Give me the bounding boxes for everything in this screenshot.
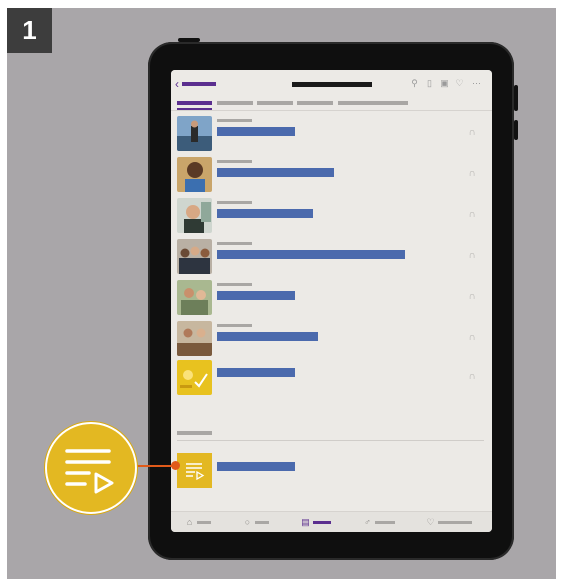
headphones-icon[interactable]: ∩ xyxy=(467,210,477,220)
episode-title-placeholder xyxy=(217,127,295,136)
episode-title-placeholder xyxy=(217,368,295,377)
episode-title-placeholder xyxy=(217,291,295,300)
tab-bar xyxy=(171,98,492,111)
page-title-placeholder xyxy=(292,82,372,87)
episode-title-placeholder xyxy=(217,168,334,177)
episode-subtitle-placeholder xyxy=(217,283,252,286)
comment-icon: ○ xyxy=(244,517,251,527)
library-icon: ▤ xyxy=(301,517,310,527)
playlist-title-placeholder[interactable] xyxy=(217,462,295,471)
tablet-volume-up-button xyxy=(514,85,518,111)
list-item[interactable]: ∩ xyxy=(171,198,492,239)
tab-2[interactable] xyxy=(217,101,253,105)
nav-people[interactable]: ♂ xyxy=(363,517,395,528)
nav-comment[interactable]: ○ xyxy=(243,517,271,528)
more-icon[interactable]: ⋯ xyxy=(472,79,481,88)
episode-subtitle-placeholder xyxy=(217,160,252,163)
headphones-icon[interactable]: ∩ xyxy=(467,128,477,138)
callout-dot xyxy=(171,461,180,470)
active-tab-indicator xyxy=(177,108,212,110)
episode-thumbnail xyxy=(177,360,212,395)
list-item[interactable]: ∩ xyxy=(171,239,492,280)
lightbulb-icon[interactable]: ♡ xyxy=(455,79,464,88)
episode-title-placeholder xyxy=(217,250,405,259)
back-label-placeholder[interactable] xyxy=(182,82,216,86)
nav-label-placeholder xyxy=(375,521,395,524)
episode-thumbnail xyxy=(177,280,212,315)
step-number-badge: 1 xyxy=(7,8,52,53)
tab-5[interactable] xyxy=(338,101,408,105)
playlist-icon xyxy=(186,463,205,481)
search-icon[interactable]: ⚲ xyxy=(410,79,419,88)
list-item[interactable]: ∩ xyxy=(171,116,492,157)
episode-thumbnail xyxy=(177,198,212,233)
home-icon: ⌂ xyxy=(186,517,193,527)
nav-home[interactable]: ⌂ xyxy=(185,517,213,528)
episode-subtitle-placeholder xyxy=(217,201,252,204)
list-item[interactable]: ∩ xyxy=(171,321,492,362)
list-item[interactable]: ∩ xyxy=(171,360,492,401)
nav-library[interactable]: ▤ xyxy=(301,517,333,528)
headphones-icon[interactable]: ∩ xyxy=(467,372,477,382)
episode-title-placeholder xyxy=(217,209,313,218)
episode-subtitle-placeholder xyxy=(217,119,252,122)
people-icon: ♂ xyxy=(364,517,371,527)
cast-icon[interactable]: ▣ xyxy=(440,79,449,88)
top-bar: ‹ ⚲ ▯ ▣ ♡ ⋯ xyxy=(171,70,492,98)
headphones-icon[interactable]: ∩ xyxy=(467,169,477,179)
headphones-icon[interactable]: ∩ xyxy=(467,251,477,261)
episode-thumbnail xyxy=(177,321,212,356)
headphones-icon[interactable]: ∩ xyxy=(467,292,477,302)
episode-thumbnail xyxy=(177,157,212,192)
tab-4[interactable] xyxy=(297,101,333,105)
episode-subtitle-placeholder xyxy=(217,324,252,327)
nav-label-placeholder xyxy=(255,521,269,524)
nav-label-placeholder xyxy=(313,521,331,524)
episode-thumbnail xyxy=(177,116,212,151)
list-item[interactable]: ∩ xyxy=(171,280,492,321)
nav-label-placeholder xyxy=(197,521,211,524)
list-item[interactable]: ∩ xyxy=(171,157,492,198)
section-header-placeholder xyxy=(177,431,212,435)
lightbulb-icon: ♡ xyxy=(426,517,435,527)
tab-1[interactable] xyxy=(177,101,212,105)
tablet-screen: ‹ ⚲ ▯ ▣ ♡ ⋯ ∩ ∩ ∩ ∩ ∩ ∩ ∩ ⌂ ○ ▤ ♂ ♡ xyxy=(171,70,492,532)
headphones-icon[interactable]: ∩ xyxy=(467,333,477,343)
section-divider xyxy=(177,440,484,441)
playlist-thumbnail[interactable] xyxy=(177,453,212,488)
episode-title-placeholder xyxy=(217,332,318,341)
episode-subtitle-placeholder xyxy=(217,242,252,245)
tablet-volume-down-button xyxy=(514,120,518,140)
bottom-navigation: ⌂ ○ ▤ ♂ ♡ xyxy=(171,511,492,532)
episode-thumbnail xyxy=(177,239,212,274)
playlist-icon xyxy=(65,449,114,494)
tab-3[interactable] xyxy=(257,101,293,105)
nav-lightbulb[interactable]: ♡ xyxy=(426,517,474,528)
nav-label-placeholder xyxy=(438,521,472,524)
callout-magnifier xyxy=(45,422,137,514)
bookmark-icon[interactable]: ▯ xyxy=(425,79,434,88)
